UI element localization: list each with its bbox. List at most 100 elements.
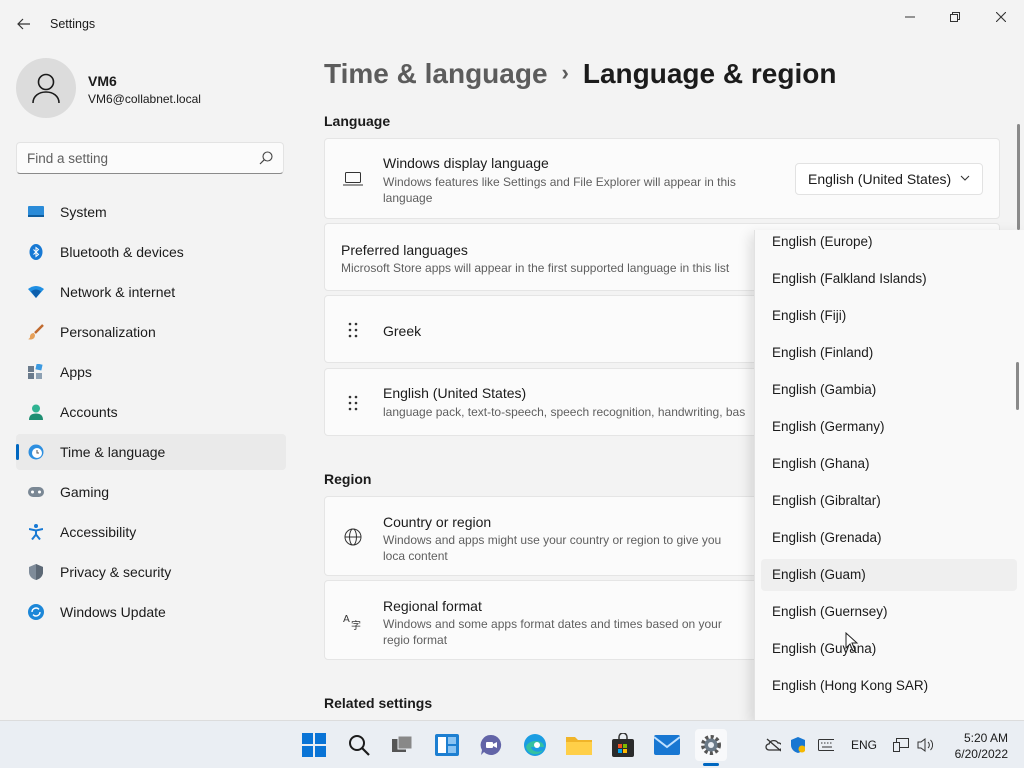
profile-email: VM6@collabnet.local [88, 92, 201, 106]
sidebar-item-label: Accounts [60, 404, 118, 420]
sidebar-item-time-language[interactable]: Time & language [16, 434, 286, 470]
dropdown-option[interactable]: English (Guernsey) [761, 596, 1017, 628]
folder-icon [566, 737, 592, 755]
dropdown-option[interactable]: English (Hong Kong SAR) [761, 670, 1017, 702]
dropdown-option[interactable]: English (Ghana) [761, 448, 1017, 480]
sidebar-item-label: Privacy & security [60, 564, 172, 580]
laptop-icon [343, 169, 363, 189]
search-placeholder: Find a setting [27, 151, 109, 166]
store-icon [612, 733, 634, 757]
related-settings-heading: Related settings [324, 695, 433, 711]
mail-button[interactable] [651, 729, 683, 761]
keyboard-icon[interactable] [818, 737, 834, 753]
accessibility-icon [28, 524, 44, 540]
country-region-desc: Windows and apps might use your country … [383, 533, 722, 563]
regional-format-title: Regional format [383, 598, 482, 614]
breadcrumb-parent[interactable]: Time & language [324, 58, 548, 89]
input-language-indicator[interactable]: ENG [851, 738, 877, 752]
onedrive-icon[interactable] [765, 737, 781, 753]
breadcrumb: Time & language › Language & region [324, 58, 836, 90]
preferred-languages-desc: Microsoft Store apps will appear in the … [341, 261, 730, 275]
sidebar-item-windows-update[interactable]: Windows Update [16, 594, 286, 630]
chat-button[interactable] [475, 729, 507, 761]
sidebar-nav: System Bluetooth & devices Network & int… [16, 194, 286, 634]
page-title: Language & region [582, 58, 837, 89]
preferred-languages-title: Preferred languages [341, 242, 468, 258]
dropdown-option[interactable]: English (Fiji) [761, 300, 1017, 332]
widgets-icon [435, 734, 459, 756]
minimize-button[interactable] [887, 2, 933, 32]
language-dropdown-list[interactable]: English (Europe) English (Falkland Islan… [754, 230, 1024, 720]
language-section-heading: Language [324, 113, 391, 129]
windows-logo-icon [302, 733, 326, 757]
close-button[interactable] [978, 2, 1024, 32]
sidebar-item-accessibility[interactable]: Accessibility [16, 514, 286, 550]
clock-time: 5:20 AM [963, 731, 1008, 745]
dropdown-option[interactable]: English (Grenada) [761, 522, 1017, 554]
sidebar-item-privacy[interactable]: Privacy & security [16, 554, 286, 590]
system-clock[interactable]: 5:20 AM 6/20/2022 [940, 730, 1008, 762]
gaming-icon [28, 484, 44, 500]
update-icon [28, 604, 44, 620]
search-input[interactable]: Find a setting [16, 142, 284, 174]
taskbar-search-button[interactable] [343, 729, 375, 761]
gear-icon [701, 735, 721, 755]
security-shield-icon[interactable] [790, 737, 806, 753]
maximize-button[interactable] [932, 2, 978, 32]
dropdown-scrollbar[interactable] [1016, 362, 1019, 410]
chevron-down-icon [960, 175, 970, 181]
sidebar-item-bluetooth[interactable]: Bluetooth & devices [16, 234, 286, 270]
network-icon[interactable] [893, 737, 909, 753]
minimize-icon [905, 16, 915, 18]
mail-icon [654, 735, 680, 755]
svg-text:A: A [343, 614, 350, 625]
dropdown-option[interactable]: English (Falkland Islands) [761, 263, 1017, 295]
sidebar-item-personalization[interactable]: Personalization [16, 314, 286, 350]
sidebar-item-apps[interactable]: Apps [16, 354, 286, 390]
settings-taskbar-button[interactable] [695, 729, 727, 761]
dropdown-option[interactable]: English (Finland) [761, 337, 1017, 369]
volume-icon[interactable] [917, 737, 933, 753]
widgets-button[interactable] [431, 729, 463, 761]
display-language-desc: Windows features like Settings and File … [383, 175, 736, 205]
sidebar-item-system[interactable]: System [16, 194, 286, 230]
sidebar-item-gaming[interactable]: Gaming [16, 474, 286, 510]
regional-format-icon: A字 [343, 611, 363, 631]
edge-browser-icon [524, 734, 546, 756]
display-language-card: Windows display language Windows feature… [324, 138, 1000, 219]
dropdown-option[interactable]: English (Gambia) [761, 374, 1017, 406]
dropdown-option[interactable]: English (Europe) [761, 230, 1017, 258]
file-explorer-button[interactable] [563, 729, 595, 761]
language-features: language pack, text-to-speech, speech re… [383, 405, 746, 419]
drag-handle-icon[interactable] [343, 320, 363, 340]
edge-button[interactable] [519, 729, 551, 761]
dropdown-option[interactable]: English (Gibraltar) [761, 485, 1017, 517]
user-profile[interactable]: VM6 VM6@collabnet.local [16, 58, 286, 118]
store-button[interactable] [607, 729, 639, 761]
dropdown-option[interactable]: English (Germany) [761, 411, 1017, 443]
accounts-icon [28, 404, 44, 420]
sidebar-item-accounts[interactable]: Accounts [16, 394, 286, 430]
dropdown-option[interactable]: English (Guyana) [761, 633, 1017, 665]
search-icon [259, 151, 273, 165]
start-button[interactable] [298, 729, 330, 761]
dropdown-option[interactable]: English (Guam) [761, 559, 1017, 591]
active-app-indicator [703, 763, 719, 766]
apps-icon [28, 364, 44, 380]
profile-name: VM6 [88, 73, 117, 89]
sidebar-item-network[interactable]: Network & internet [16, 274, 286, 310]
sidebar-item-label: Time & language [60, 444, 166, 460]
system-icon [28, 204, 44, 220]
display-language-value: English (United States) [808, 171, 952, 187]
sidebar-item-label: Windows Update [60, 604, 166, 620]
display-language-dropdown[interactable]: English (United States) [795, 163, 983, 195]
sidebar-item-label: Network & internet [60, 284, 176, 300]
time-language-icon [28, 444, 44, 460]
taskbar: ENG 5:20 AM 6/20/2022 [0, 720, 1024, 768]
task-view-button[interactable] [387, 729, 419, 761]
back-button[interactable] [8, 8, 40, 40]
avatar [16, 58, 76, 118]
drag-handle-icon[interactable] [343, 393, 363, 413]
page-scrollbar[interactable] [1017, 124, 1020, 230]
shield-icon [28, 564, 44, 580]
